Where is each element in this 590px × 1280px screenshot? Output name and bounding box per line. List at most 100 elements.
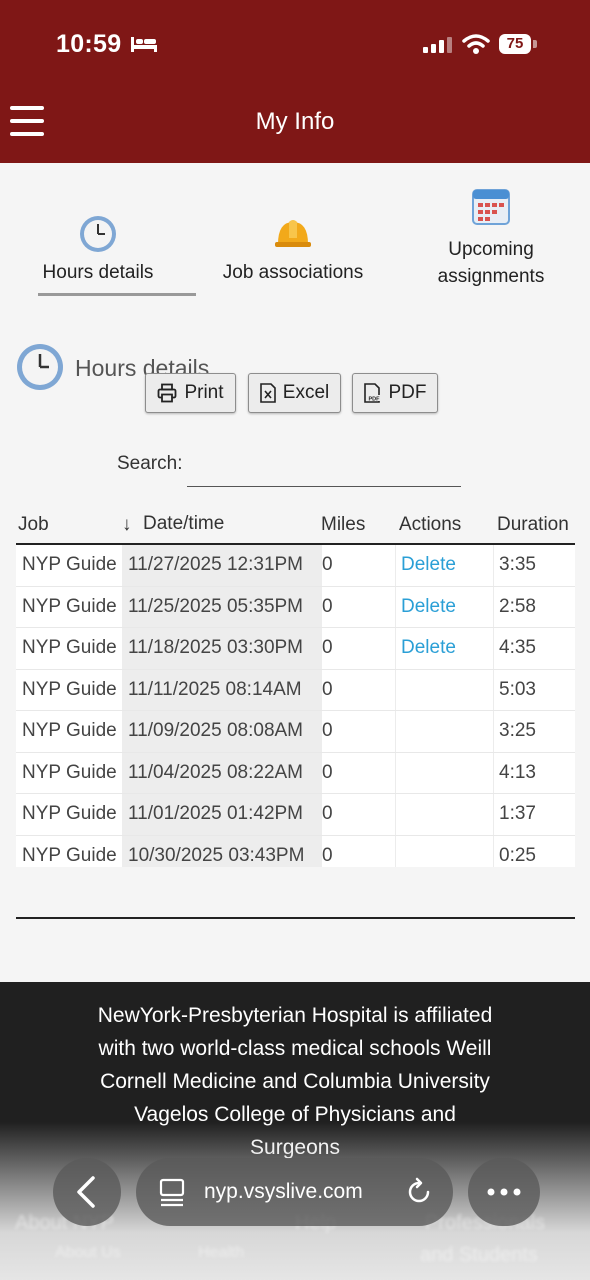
site-footer: NewYork-Presbyterian Hospital is affilia…	[0, 982, 590, 1280]
column-separator	[395, 835, 396, 867]
excel-button[interactable]: Excel	[248, 373, 341, 413]
pdf-button-label: PDF	[388, 382, 427, 403]
column-header-miles[interactable]: Miles	[321, 514, 365, 536]
pdf-button[interactable]: PDF PDF	[352, 373, 438, 413]
column-separator	[395, 669, 396, 710]
browser-more-button[interactable]	[468, 1158, 540, 1226]
cell-date: 11/11/2025 08:14AM	[122, 669, 322, 710]
cell-miles: 0	[322, 637, 333, 658]
browser-back-button[interactable]	[53, 1158, 121, 1226]
page-title: My Info	[255, 108, 335, 135]
delete-link[interactable]: Delete	[401, 628, 456, 669]
cell-job: NYP Guide	[22, 554, 117, 575]
cell-duration: 0:25	[499, 844, 536, 866]
column-header-duration[interactable]: Duration	[497, 514, 575, 536]
more-icon	[487, 1188, 521, 1196]
tab-job-associations-label: Job associations	[222, 262, 364, 283]
footer-link-health[interactable]: Health	[198, 1244, 244, 1262]
bed-icon	[131, 37, 157, 52]
cell-date: 11/25/2025 05:35PM	[122, 586, 322, 627]
excel-file-icon	[259, 383, 276, 403]
printer-icon	[158, 383, 177, 403]
column-separator	[493, 835, 494, 867]
cell-date: 11/27/2025 12:31PM	[122, 545, 322, 586]
cell-date: 11/01/2025 01:42PM	[122, 794, 322, 835]
footer-link-about-us[interactable]: About Us	[55, 1244, 121, 1262]
cell-miles: 0	[322, 595, 333, 617]
hours-table-body: NYP Guide 11/27/2025 12:31PM 0 Delete 3:35 NY…	[16, 545, 575, 867]
app-header: 10:59 75 My Info	[0, 0, 590, 163]
cell-job: NYP Guide	[22, 595, 117, 617]
tab-upcoming-assignments[interactable]: Upcoming assignments	[418, 186, 564, 290]
cell-duration: 1:37	[499, 803, 536, 824]
battery-indicator: 75	[499, 34, 531, 54]
column-separator	[493, 628, 494, 669]
cell-duration: 2:58	[499, 595, 536, 617]
battery-cap	[533, 40, 537, 48]
tab-hours-details[interactable]: Hours details	[30, 214, 166, 284]
cell-miles: 0	[322, 803, 333, 824]
column-header-actions: Actions	[399, 514, 462, 535]
sort-arrow-icon[interactable]: ↓	[122, 514, 132, 536]
column-separator	[395, 628, 396, 669]
column-separator	[395, 794, 396, 835]
svg-text:PDF: PDF	[368, 397, 380, 403]
url-text: nyp.vsyslive.com	[204, 1180, 363, 1203]
column-separator	[493, 669, 494, 710]
delete-link[interactable]: Delete	[401, 545, 456, 586]
column-separator	[395, 711, 396, 752]
cell-date: 11/04/2025 08:22AM	[122, 752, 322, 793]
cell-miles: 0	[322, 761, 333, 783]
table-bottom-divider	[16, 917, 575, 919]
footer-link-students[interactable]: and Students	[420, 1244, 538, 1267]
tab-job-associations[interactable]: Job associations	[218, 214, 368, 284]
cell-date: 11/18/2025 03:30PM	[122, 628, 322, 669]
delete-link[interactable]: Delete	[401, 587, 456, 628]
table-row: NYP Guide 11/18/2025 03:30PM 0 Delete 4:35	[16, 627, 575, 669]
cell-job: NYP Guide	[22, 844, 117, 866]
calendar-icon	[472, 189, 510, 225]
pdf-file-icon: PDF	[363, 383, 381, 403]
column-separator	[395, 752, 396, 793]
cell-duration: 3:35	[499, 554, 536, 575]
column-separator	[493, 586, 494, 627]
column-header-job[interactable]: Job	[18, 514, 49, 536]
table-row: NYP Guide 10/30/2025 03:43PM 0 0:25	[16, 834, 575, 867]
cell-miles: 0	[322, 720, 333, 741]
address-bar[interactable]: nyp.vsyslive.com	[136, 1158, 453, 1226]
cell-duration: 5:03	[499, 678, 536, 700]
tab-upcoming-assignments-label: Upcoming assignments	[437, 239, 545, 287]
search-label: Search:	[117, 453, 183, 474]
tab-hours-details-label: Hours details	[42, 262, 154, 283]
cell-date: 11/09/2025 08:08AM	[122, 711, 322, 752]
reload-icon[interactable]	[404, 1177, 434, 1207]
chevron-left-icon	[77, 1176, 95, 1208]
clock-icon	[17, 344, 63, 390]
cell-job: NYP Guide	[22, 637, 117, 658]
clock-icon	[80, 216, 116, 252]
column-separator	[493, 752, 494, 793]
page-menu-icon	[159, 1178, 185, 1207]
column-separator	[395, 545, 396, 586]
table-row: NYP Guide 11/04/2025 08:22AM 0 4:13	[16, 751, 575, 793]
column-separator	[493, 794, 494, 835]
cell-miles: 0	[322, 678, 333, 700]
column-separator	[395, 586, 396, 627]
column-header-date[interactable]: Date/time	[143, 513, 224, 535]
table-row: NYP Guide 11/25/2025 05:35PM 0 Delete 2:58	[16, 585, 575, 628]
print-button[interactable]: Print	[145, 373, 236, 413]
table-row: NYP Guide 11/11/2025 08:14AM 0 5:03	[16, 668, 575, 710]
table-row: NYP Guide 11/01/2025 01:42PM 0 1:37	[16, 793, 575, 835]
cell-job: NYP Guide	[22, 678, 117, 700]
excel-button-label: Excel	[282, 382, 330, 403]
column-separator	[493, 545, 494, 586]
cell-miles: 0	[322, 554, 333, 575]
cell-job: NYP Guide	[22, 761, 117, 783]
table-row: NYP Guide 11/27/2025 12:31PM 0 Delete 3:35	[16, 545, 575, 586]
status-time: 10:59	[56, 30, 122, 58]
cell-date: 10/30/2025 03:43PM	[122, 835, 322, 867]
cell-job: NYP Guide	[22, 803, 117, 824]
search-input[interactable]	[187, 450, 461, 487]
wifi-icon	[462, 34, 490, 54]
cell-duration: 4:13	[499, 761, 536, 783]
